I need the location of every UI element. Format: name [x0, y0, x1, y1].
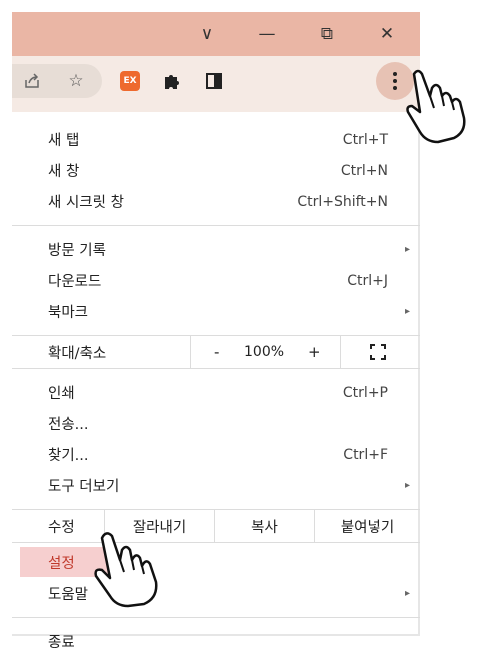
menu-item-label: 새 시크릿 창: [48, 195, 124, 211]
menu-item-label: 새 창: [48, 164, 80, 180]
menu-item-downloads[interactable]: 다운로드 Ctrl+J: [12, 265, 420, 296]
side-panel-icon[interactable]: [202, 69, 226, 93]
browser-window: ∨ — ⧉ ✕ ☆ EX 새 탭 Ctrl+T 새 창 Ctrl+N 새 시크릿…: [12, 12, 420, 651]
edit-control: 수정 잘라내기 복사 붙여넣기: [12, 510, 420, 542]
zoom-level: 100%: [244, 344, 285, 360]
copy-button[interactable]: 복사: [214, 510, 314, 542]
menu-divider: [12, 542, 420, 543]
menu-item-find[interactable]: 찾기... Ctrl+F: [12, 439, 420, 470]
menu-item-label: 새 탭: [48, 133, 80, 149]
fullscreen-icon[interactable]: [370, 344, 386, 360]
zoom-in-button[interactable]: +: [308, 343, 321, 361]
menu-item-help[interactable]: 도움말 ▸: [12, 578, 420, 609]
minimize-icon: —: [258, 24, 276, 44]
menu-item-label: 방문 기록: [48, 243, 106, 259]
paste-button[interactable]: 붙여넣기: [314, 510, 420, 542]
menu-item-bookmarks[interactable]: 북마크 ▸: [12, 296, 420, 327]
minimize-button[interactable]: —: [242, 12, 292, 56]
menu-item-shortcut: Ctrl+P: [342, 384, 388, 401]
menu-item-label: 설정: [48, 556, 75, 572]
menu-item-label: 종료: [48, 635, 75, 651]
zoom-control: 확대/축소 - 100% +: [12, 336, 420, 368]
restore-button[interactable]: ⧉: [302, 12, 352, 56]
menu-item-label: 찾기...: [48, 448, 89, 464]
puzzle-icon[interactable]: [160, 69, 184, 93]
chevron-down-icon: ∨: [200, 24, 214, 44]
close-button[interactable]: ✕: [362, 12, 412, 56]
close-icon: ✕: [379, 24, 395, 44]
menu-item-history[interactable]: 방문 기록 ▸: [12, 234, 420, 265]
extension-ex-icon[interactable]: EX: [120, 71, 140, 91]
menu-item-more-tools[interactable]: 도구 더보기 ▸: [12, 470, 420, 501]
menu-item-label: 다운로드: [48, 274, 102, 290]
menu-divider: [12, 617, 420, 618]
restore-icon: ⧉: [320, 24, 334, 44]
tab-search-button[interactable]: ∨: [182, 12, 232, 56]
menu-item-new-window[interactable]: 새 창 Ctrl+N: [12, 155, 420, 186]
title-bar: ∨ — ⧉ ✕: [12, 12, 420, 56]
menu-item-exit[interactable]: 종료: [12, 626, 420, 652]
toolbar: ☆ EX: [12, 56, 420, 112]
menu-item-print[interactable]: 인쇄 Ctrl+P: [12, 377, 420, 408]
menu-item-settings[interactable]: 설정: [12, 547, 420, 578]
submenu-arrow-icon: ▸: [404, 306, 410, 317]
menu-item-label: 도구 더보기: [48, 479, 120, 495]
submenu-arrow-icon: ▸: [404, 480, 410, 491]
menu-item-cast[interactable]: 전송...: [12, 408, 420, 439]
submenu-arrow-icon: ▸: [404, 244, 410, 255]
menu-item-shortcut: Ctrl+F: [343, 446, 388, 463]
menu-item-shortcut: Ctrl+N: [340, 162, 388, 179]
menu-item-shortcut: Ctrl+J: [347, 272, 388, 289]
zoom-divider: [340, 336, 341, 368]
zoom-out-button[interactable]: -: [214, 343, 219, 361]
menu-item-label: 북마크: [48, 305, 89, 321]
more-dot: [393, 79, 397, 83]
menu-divider: [12, 368, 420, 369]
menu-item-new-tab[interactable]: 새 탭 Ctrl+T: [12, 124, 420, 155]
extension-badge-text: EX: [123, 76, 137, 86]
submenu-arrow-icon: ▸: [404, 588, 410, 599]
browser-menu: 새 탭 Ctrl+T 새 창 Ctrl+N 새 시크릿 창 Ctrl+Shift…: [12, 112, 420, 652]
star-icon[interactable]: ☆: [64, 69, 88, 93]
menu-divider: [12, 225, 420, 226]
menu-item-label: 도움말: [48, 587, 89, 603]
zoom-divider: [190, 336, 191, 368]
menu-item-label: 전송...: [48, 417, 89, 433]
menu-item-shortcut: Ctrl+Shift+N: [297, 193, 388, 210]
edit-label: 수정: [48, 519, 75, 536]
pointing-hand-cursor-icon: [406, 69, 466, 144]
menu-item-label: 인쇄: [48, 386, 75, 402]
zoom-label: 확대/축소: [48, 345, 107, 362]
share-icon[interactable]: [20, 69, 44, 93]
more-dot: [393, 86, 397, 90]
menu-item-new-incognito[interactable]: 새 시크릿 창 Ctrl+Shift+N: [12, 186, 420, 217]
more-dot: [393, 72, 397, 76]
menu-item-shortcut: Ctrl+T: [342, 131, 388, 148]
pointing-hand-cursor-icon: [94, 532, 158, 608]
